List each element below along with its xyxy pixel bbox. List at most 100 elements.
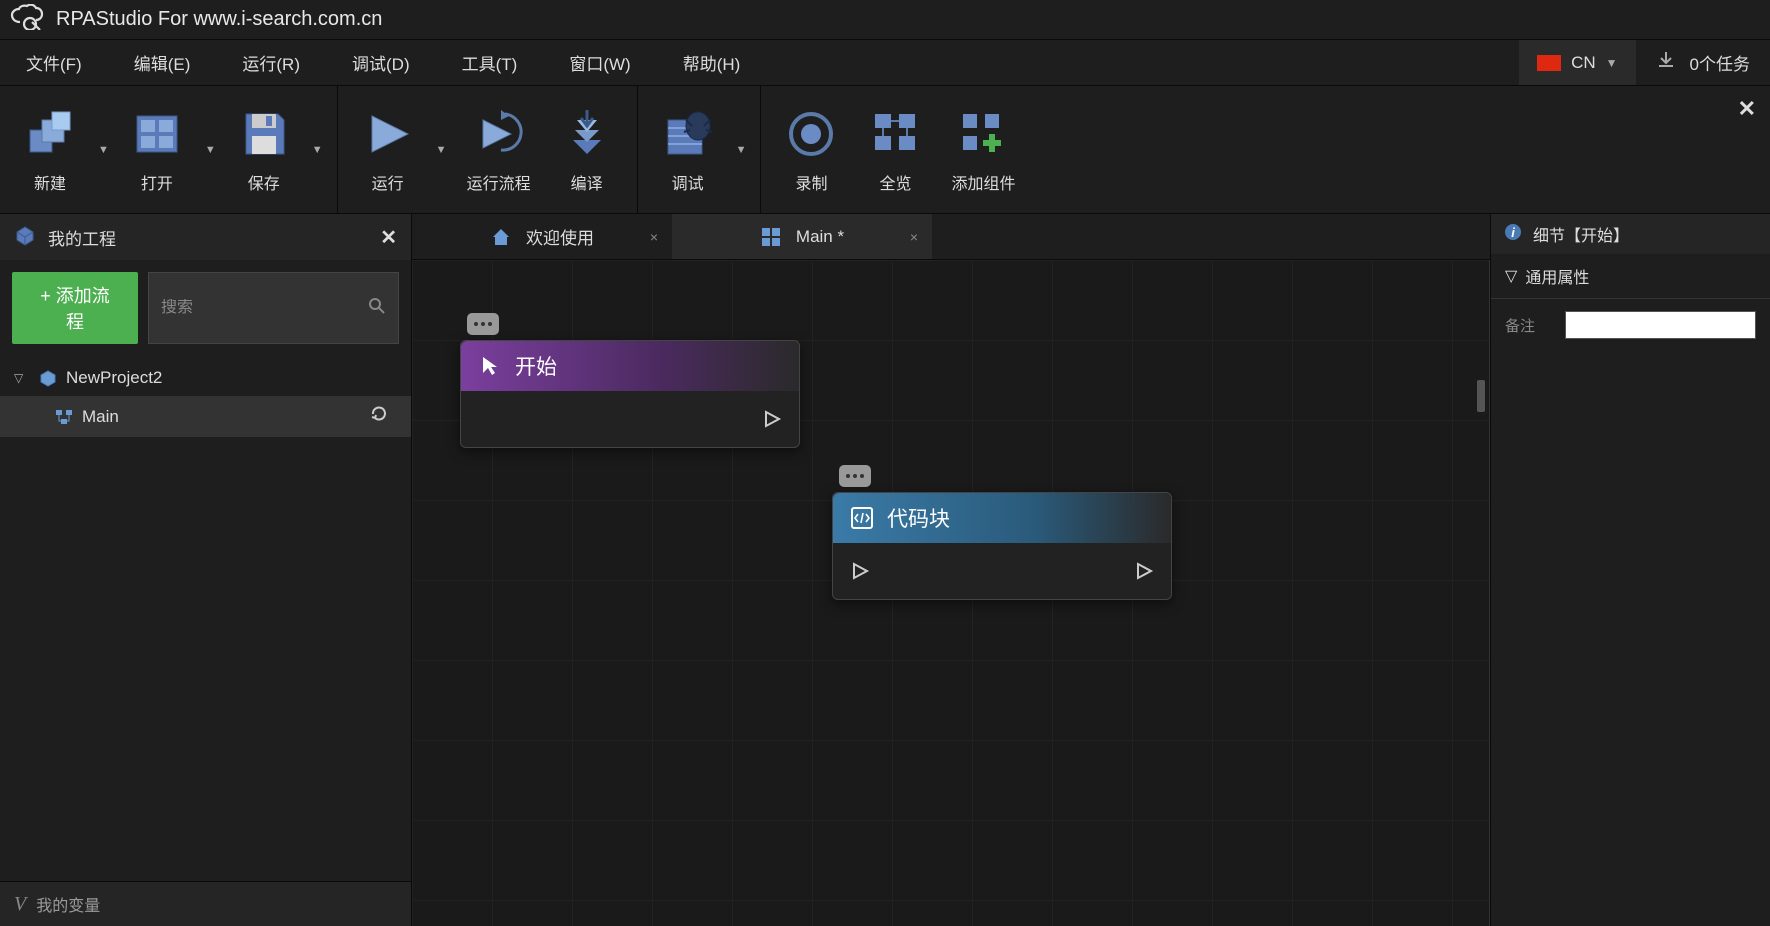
menu-debug[interactable]: 调试(D) xyxy=(326,40,436,85)
flow-icon xyxy=(54,407,74,427)
grid-icon xyxy=(760,226,782,248)
overview-icon xyxy=(867,106,923,162)
flag-icon xyxy=(1537,55,1561,71)
menu-file[interactable]: 文件(F) xyxy=(0,40,108,85)
toolbar-runflow[interactable]: 运行流程 xyxy=(453,86,545,213)
node-handle[interactable] xyxy=(839,465,871,487)
editor-area: 欢迎使用 × Main * × 开始 xyxy=(412,214,1490,926)
output-port[interactable] xyxy=(1133,560,1155,582)
node-codeblock[interactable]: 代码块 xyxy=(832,492,1172,600)
info-icon: i xyxy=(1503,222,1523,247)
run-icon xyxy=(360,106,416,162)
tree-project[interactable]: ▽ NewProject2 xyxy=(0,360,411,396)
chevron-down-icon[interactable]: ▽ xyxy=(14,371,30,385)
properties-title: 细节【开始】 xyxy=(1533,222,1629,246)
toolbar-save[interactable]: 保存 xyxy=(222,86,306,213)
tab-welcome[interactable]: 欢迎使用 × xyxy=(412,214,672,259)
home-icon xyxy=(490,226,512,248)
language-selector[interactable]: CN ▼ xyxy=(1519,40,1635,85)
new-dropdown[interactable]: ▼ xyxy=(92,144,115,156)
record-icon xyxy=(783,106,839,162)
save-dropdown[interactable]: ▼ xyxy=(306,144,329,156)
save-icon xyxy=(236,106,292,162)
menu-window[interactable]: 窗口(W) xyxy=(543,40,656,85)
node-header: 开始 xyxy=(461,341,799,391)
node-body xyxy=(461,391,799,447)
node-start[interactable]: 开始 xyxy=(460,340,800,448)
scroll-indicator[interactable] xyxy=(1477,380,1485,412)
toolbar-run[interactable]: 运行 xyxy=(346,86,430,213)
search-icon xyxy=(368,297,386,320)
properties-panel: i 细节【开始】 ▽ 通用属性 备注 xyxy=(1490,214,1770,926)
menu-run[interactable]: 运行(R) xyxy=(216,40,326,85)
menu-bar: 文件(F) 编辑(E) 运行(R) 调试(D) 工具(T) 窗口(W) 帮助(H… xyxy=(0,40,1770,86)
project-tree: ▽ NewProject2 Main xyxy=(0,356,411,441)
menu-edit[interactable]: 编辑(E) xyxy=(108,40,217,85)
output-port[interactable] xyxy=(761,408,783,430)
input-port[interactable] xyxy=(849,560,871,582)
pointer-icon xyxy=(477,353,503,379)
toolbar-group-debug: 调试 ▼ xyxy=(638,86,762,213)
remark-input[interactable] xyxy=(1565,311,1756,339)
project-icon xyxy=(14,224,36,251)
open-dropdown[interactable]: ▼ xyxy=(199,144,222,156)
toolbar-overview[interactable]: 全览 xyxy=(853,86,937,213)
open-icon xyxy=(129,106,185,162)
app-icon xyxy=(10,4,46,35)
toolbar-record[interactable]: 录制 xyxy=(769,86,853,213)
properties-section[interactable]: ▽ 通用属性 xyxy=(1491,254,1770,299)
sidebar-close-icon[interactable]: ✕ xyxy=(380,225,397,250)
sidebar-actions: + 添加流程 xyxy=(0,260,411,356)
variables-label: 我的变量 xyxy=(36,892,100,916)
flow-canvas[interactable]: 开始 代码块 xyxy=(412,260,1490,926)
node-handle[interactable] xyxy=(467,313,499,335)
add-flow-button[interactable]: + 添加流程 xyxy=(12,272,138,344)
tree-file-main[interactable]: Main xyxy=(0,396,411,437)
menu-tools[interactable]: 工具(T) xyxy=(436,40,544,85)
variable-icon: V xyxy=(14,893,26,916)
toolbar-addcomponent[interactable]: 添加组件 xyxy=(937,86,1029,213)
search-input[interactable] xyxy=(161,299,368,317)
run-dropdown[interactable]: ▼ xyxy=(430,144,453,156)
code-icon xyxy=(849,505,875,531)
sidebar-header: 我的工程 ✕ xyxy=(0,214,411,260)
node-body xyxy=(833,543,1171,599)
toolbar: 新建 ▼ 打开 ▼ 保存 ▼ 运行 ▼ 运行流程 编译 调试 xyxy=(0,86,1770,214)
sidebar-title: 我的工程 xyxy=(48,225,380,250)
project-sidebar: 我的工程 ✕ + 添加流程 ▽ NewProject2 Main xyxy=(0,214,412,926)
toolbar-group-file: 新建 ▼ 打开 ▼ 保存 ▼ xyxy=(0,86,338,213)
debug-dropdown[interactable]: ▼ xyxy=(730,144,753,156)
toolbar-open[interactable]: 打开 xyxy=(115,86,199,213)
tab-close-icon[interactable]: × xyxy=(650,229,658,245)
properties-header: i 细节【开始】 xyxy=(1491,214,1770,254)
app-title: RPAStudio For www.i-search.com.cn xyxy=(56,8,382,31)
tab-close-icon[interactable]: × xyxy=(910,229,918,245)
new-icon xyxy=(22,106,78,162)
menu-help[interactable]: 帮助(H) xyxy=(657,40,767,85)
toolbar-debug[interactable]: 调试 xyxy=(646,86,730,213)
compile-icon xyxy=(559,106,615,162)
search-box[interactable] xyxy=(148,272,399,344)
chevron-down-icon: ▼ xyxy=(1606,56,1618,70)
project-name: NewProject2 xyxy=(66,368,397,388)
node-header: 代码块 xyxy=(833,493,1171,543)
toolbar-new[interactable]: 新建 xyxy=(8,86,92,213)
toolbar-compile[interactable]: 编译 xyxy=(545,86,629,213)
language-label: CN xyxy=(1571,53,1596,73)
property-remark: 备注 xyxy=(1491,299,1770,351)
svg-text:i: i xyxy=(1511,225,1515,240)
refresh-icon[interactable] xyxy=(369,404,389,429)
title-bar: RPAStudio For www.i-search.com.cn xyxy=(0,0,1770,40)
debug-icon xyxy=(660,106,716,162)
toolbar-close-icon[interactable]: ✕ xyxy=(1738,96,1756,122)
variables-panel-header[interactable]: V 我的变量 xyxy=(0,881,411,926)
toolbar-group-run: 运行 ▼ 运行流程 编译 xyxy=(338,86,638,213)
download-icon xyxy=(1656,50,1676,75)
main-area: 我的工程 ✕ + 添加流程 ▽ NewProject2 Main xyxy=(0,214,1770,926)
addcomponent-icon xyxy=(955,106,1011,162)
tab-main[interactable]: Main * × xyxy=(672,214,932,259)
tasks-indicator[interactable]: 0个任务 xyxy=(1636,40,1770,85)
runflow-icon xyxy=(471,106,527,162)
cube-icon xyxy=(38,368,58,388)
chevron-down-icon: ▽ xyxy=(1505,266,1517,286)
